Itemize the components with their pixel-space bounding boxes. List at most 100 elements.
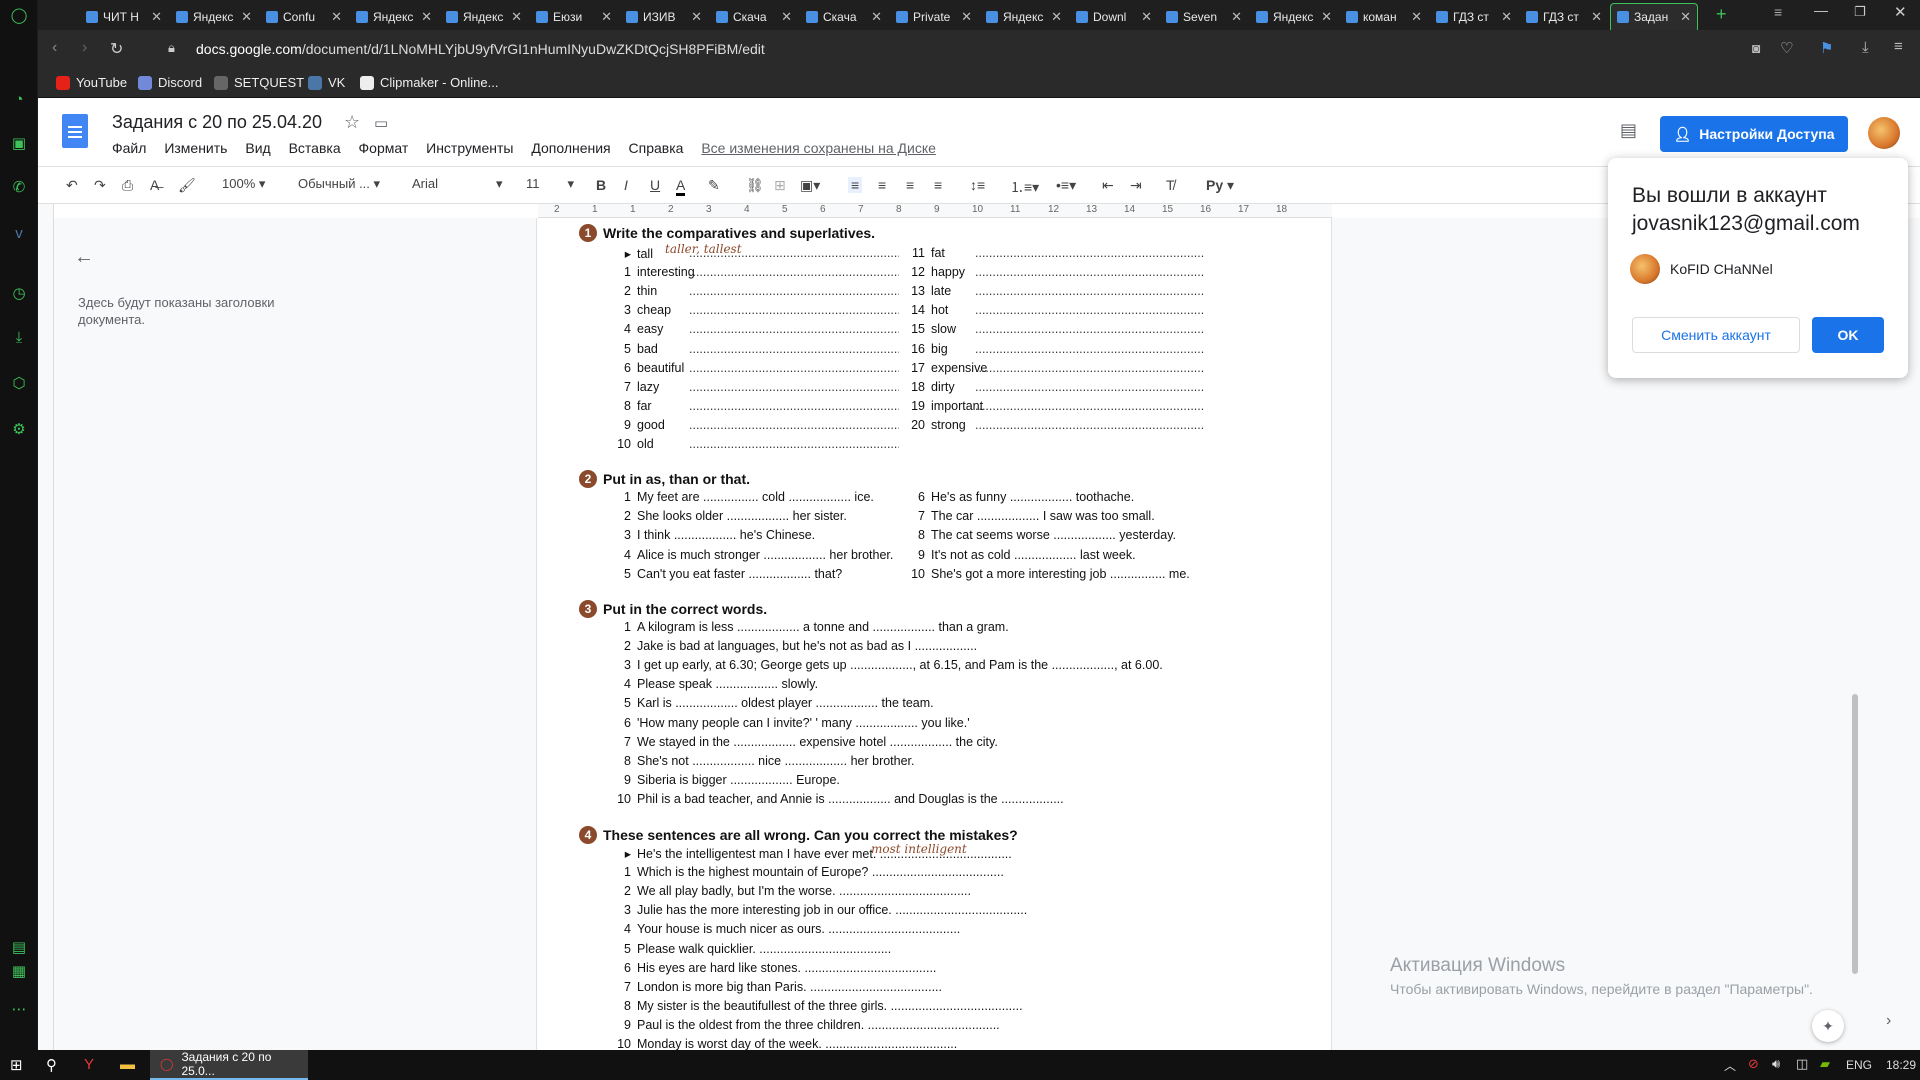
easy-setup-icon[interactable]: ≡ xyxy=(1894,38,1903,55)
browser-tab[interactable]: Задан ✕ xyxy=(1610,3,1698,30)
extensions-icon[interactable]: ⬡ xyxy=(9,374,29,394)
tab-close-icon[interactable]: ✕ xyxy=(1321,9,1332,25)
browser-tab[interactable]: Confu ✕ xyxy=(260,3,348,30)
minimize-button[interactable]: — xyxy=(1814,2,1828,18)
numbered-list-icon[interactable]: ⒈≡▾ xyxy=(1010,177,1039,197)
share-button[interactable]: 👤︎ Настройки Доступа xyxy=(1660,116,1848,152)
vk-icon[interactable]: ᴠ xyxy=(9,224,29,244)
heart-icon[interactable]: ♡ xyxy=(1780,39,1793,57)
workspaces-icon[interactable]: ▤ xyxy=(9,938,29,958)
menu-view[interactable]: Вид xyxy=(245,140,270,156)
zoom-select[interactable]: 100% ▾ xyxy=(222,176,265,192)
network-icon[interactable]: ◫ xyxy=(1796,1056,1808,1072)
tab-close-icon[interactable]: ✕ xyxy=(1680,9,1691,25)
history-icon[interactable]: ◷ xyxy=(9,284,29,304)
windows-start-icon[interactable]: ⊞ xyxy=(10,1056,23,1074)
menu-addons[interactable]: Дополнения xyxy=(531,140,610,156)
close-window-button[interactable]: ✕ xyxy=(1894,3,1907,21)
tab-close-icon[interactable]: ✕ xyxy=(1051,9,1062,25)
tray-expand-icon[interactable]: ︿ xyxy=(1724,1057,1736,1074)
comments-icon[interactable]: ▤ xyxy=(1620,120,1637,141)
image-icon[interactable]: ▣▾ xyxy=(800,177,820,194)
line-spacing-icon[interactable]: ↕≡ xyxy=(970,177,985,193)
tab-close-icon[interactable]: ✕ xyxy=(871,9,882,25)
tab-close-icon[interactable]: ✕ xyxy=(151,9,162,25)
browser-tab[interactable]: ИЗИВ ✕ xyxy=(620,3,708,30)
camera-icon[interactable]: ◙ xyxy=(1752,40,1760,56)
forward-icon[interactable]: › xyxy=(82,39,87,57)
star-icon[interactable]: ☆ xyxy=(344,112,360,133)
bookmark-clipmaker[interactable]: Clipmaker - Online... xyxy=(360,75,498,90)
browser-tab[interactable]: Еюзи ✕ xyxy=(530,3,618,30)
tray-app-icon[interactable]: ⊘ xyxy=(1748,1056,1759,1072)
flag-icon[interactable]: ⚑ xyxy=(1820,39,1833,57)
menu-help[interactable]: Справка xyxy=(629,140,684,156)
tab-close-icon[interactable]: ✕ xyxy=(241,9,252,25)
text-color-button[interactable]: A xyxy=(676,177,686,196)
explore-button[interactable]: ✦ xyxy=(1812,1010,1844,1042)
style-select[interactable]: Обычный ... ▾ xyxy=(298,176,380,192)
justify-icon[interactable]: ≡ xyxy=(934,177,942,193)
downloads-icon[interactable]: ⤓ xyxy=(9,328,29,348)
download-icon[interactable]: ⤓ xyxy=(1862,39,1869,56)
scrollbar-thumb[interactable] xyxy=(1852,694,1858,974)
docs-logo-icon[interactable] xyxy=(62,114,88,148)
lock-icon[interactable]: 🔒︎ xyxy=(168,40,175,56)
tab-close-icon[interactable]: ✕ xyxy=(1591,9,1602,25)
menu-insert[interactable]: Вставка xyxy=(289,140,341,156)
bold-button[interactable]: B xyxy=(596,177,606,193)
decrease-indent-icon[interactable]: ⇤ xyxy=(1102,177,1114,194)
tab-close-icon[interactable]: ✕ xyxy=(961,9,972,25)
saved-status-link[interactable]: Все изменения сохранены на Диске xyxy=(701,140,936,156)
twitch-icon[interactable]: ▣ xyxy=(9,134,29,154)
browser-tab[interactable]: Скача ✕ xyxy=(800,3,888,30)
tab-close-icon[interactable]: ✕ xyxy=(421,9,432,25)
input-tools-icon[interactable]: Pу ▾ xyxy=(1206,177,1234,194)
tab-close-icon[interactable]: ✕ xyxy=(1501,9,1512,25)
taskbar-active-window[interactable]: ◯ Задания с 20 по 25.0... xyxy=(150,1050,308,1080)
search-icon[interactable]: ⚲ xyxy=(46,1056,57,1074)
move-folder-icon[interactable]: ▭ xyxy=(374,114,388,132)
more-icon[interactable]: ⋯ xyxy=(9,1000,29,1020)
print-icon[interactable]: ⎙ xyxy=(122,177,133,194)
user-avatar[interactable] xyxy=(1868,117,1900,149)
maximize-button[interactable]: ❐ xyxy=(1854,4,1866,20)
opera-logo-icon[interactable]: ◯ xyxy=(9,6,29,26)
browser-tab[interactable]: Яндекс ✕ xyxy=(350,3,438,30)
bookmark-discord[interactable]: Discord xyxy=(138,75,202,90)
settings-icon[interactable]: ⚙ xyxy=(9,420,29,440)
side-panel-expand-icon[interactable]: › xyxy=(1886,1012,1891,1030)
menu-file[interactable]: Файл xyxy=(112,140,146,156)
browser-tab[interactable]: коман ✕ xyxy=(1340,3,1428,30)
font-size-select[interactable]: 11 ▾ xyxy=(526,176,574,192)
browser-tab[interactable]: ЧИТ Н ✕ xyxy=(80,3,168,30)
browser-tab[interactable]: Скача ✕ xyxy=(710,3,798,30)
volume-icon[interactable]: 🔊︎ xyxy=(1772,1056,1780,1072)
browser-tab[interactable]: Downl ✕ xyxy=(1070,3,1158,30)
bookmark-youtube[interactable]: YouTube xyxy=(56,75,127,90)
underline-button[interactable]: U xyxy=(650,177,660,193)
tab-close-icon[interactable]: ✕ xyxy=(1141,9,1152,25)
align-left-icon[interactable]: ≡ xyxy=(848,177,863,193)
highlight-icon[interactable]: ✎ xyxy=(708,177,720,194)
browser-tab[interactable]: Яндекс ✕ xyxy=(170,3,258,30)
new-tab-button[interactable]: + xyxy=(1716,4,1727,25)
bulleted-list-icon[interactable]: •≡▾ xyxy=(1056,177,1076,194)
document-title[interactable]: Задания с 20 по 25.04.20 xyxy=(112,112,322,133)
outline-back-icon[interactable]: ← xyxy=(74,246,94,269)
menu-tools[interactable]: Инструменты xyxy=(426,140,513,156)
italic-button[interactable]: I xyxy=(624,177,628,193)
nvidia-icon[interactable]: ▰ xyxy=(1820,1056,1830,1072)
language-indicator[interactable]: ENG xyxy=(1846,1058,1872,1072)
browser-tab[interactable]: Яндекс ✕ xyxy=(440,3,528,30)
file-explorer-icon[interactable]: ▬ xyxy=(120,1056,135,1073)
paint-format-icon[interactable]: 🖌︎ xyxy=(178,177,196,194)
browser-tab[interactable]: Seven ✕ xyxy=(1160,3,1248,30)
align-right-icon[interactable]: ≡ xyxy=(906,177,914,193)
redo-icon[interactable]: ↷ xyxy=(94,177,106,194)
yandex-browser-icon[interactable]: Y xyxy=(84,1056,94,1073)
browser-tab[interactable]: Яндекс ✕ xyxy=(1250,3,1338,30)
back-icon[interactable]: ‹ xyxy=(52,39,57,57)
switch-account-button[interactable]: Сменить аккаунт xyxy=(1632,317,1800,353)
speed-dial-icon[interactable]: ◔ xyxy=(9,90,29,110)
